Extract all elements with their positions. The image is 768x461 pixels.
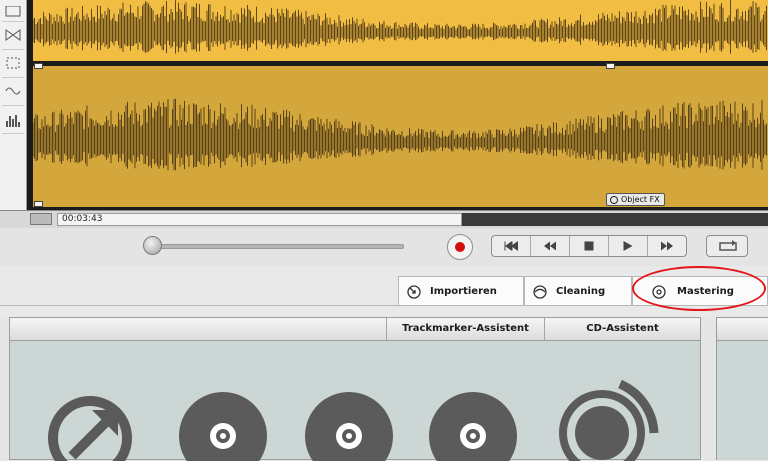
tool-range[interactable] [2,50,24,78]
ruler-overview[interactable] [462,213,768,226]
rewind-icon [544,241,556,251]
curve-icon [5,87,21,95]
cleaning-icon [533,285,547,299]
waveform-area[interactable]: Object FX [27,0,768,210]
tool-curve[interactable] [2,78,24,106]
panel-header: Trackmarker-Assistent CD-Assistent [10,318,700,341]
broadcast-icon[interactable] [550,378,662,461]
assistant-panel: Trackmarker-Assistent CD-Assistent [9,317,701,461]
skip-start-button[interactable] [492,236,531,256]
tab-importieren[interactable]: Importieren [398,276,524,305]
waveform-handle-mid[interactable] [606,63,615,69]
range-icon [6,57,20,69]
header-cd-assistent[interactable]: CD-Assistent [545,318,700,340]
waveform-handle-bottom[interactable] [34,201,43,207]
transport-controls [491,235,687,257]
waveform-right-trace [32,98,767,171]
header-trackmarker-assistent[interactable]: Trackmarker-Assistent [387,318,544,340]
cd-icon[interactable] [304,390,396,461]
rewind-button[interactable] [531,236,570,256]
fast-forward-button[interactable] [648,236,686,256]
tool-strip [0,0,27,210]
tool-zoom[interactable] [2,22,24,50]
export-arrow-icon[interactable] [46,388,142,461]
highlight-ring [632,266,766,311]
import-icon [407,285,421,299]
time-position[interactable]: 00:03:43 [57,213,462,226]
bowtie-icon [5,29,21,41]
transport-bar [0,228,768,267]
ruler-button[interactable] [30,213,52,225]
tool-spectrum[interactable] [2,106,24,134]
position-slider-knob[interactable] [143,236,162,255]
tab-divider [0,305,768,306]
tab-cleaning-label: Cleaning [556,286,606,297]
fast-forward-icon [661,241,673,251]
cd-icon[interactable] [428,390,520,461]
cd-icon[interactable] [178,390,270,461]
waveform-channel-left[interactable] [32,0,768,61]
select-box-icon [5,6,21,17]
play-icon [623,241,633,251]
loop-button[interactable] [706,235,748,257]
play-button[interactable] [609,236,648,256]
tab-cleaning[interactable]: Cleaning [524,276,632,305]
waveform-left-trace [32,0,767,54]
stop-icon [584,241,594,251]
tab-importieren-label: Importieren [430,286,497,297]
time-ruler: 00:03:43 [0,210,768,229]
skip-start-icon [504,241,518,251]
stop-button[interactable] [570,236,609,256]
tool-select[interactable] [2,0,24,22]
position-slider-track[interactable] [150,244,404,249]
record-button[interactable] [447,234,473,260]
waveform-channel-right[interactable] [32,66,768,207]
spectrum-icon [6,115,20,127]
loop-icon [719,240,737,251]
waveform-handle-left[interactable] [34,63,43,69]
secondary-panel [716,317,768,460]
record-icon [455,242,465,252]
object-fx-button[interactable]: Object FX [606,193,665,206]
secondary-panel-header [717,318,768,341]
